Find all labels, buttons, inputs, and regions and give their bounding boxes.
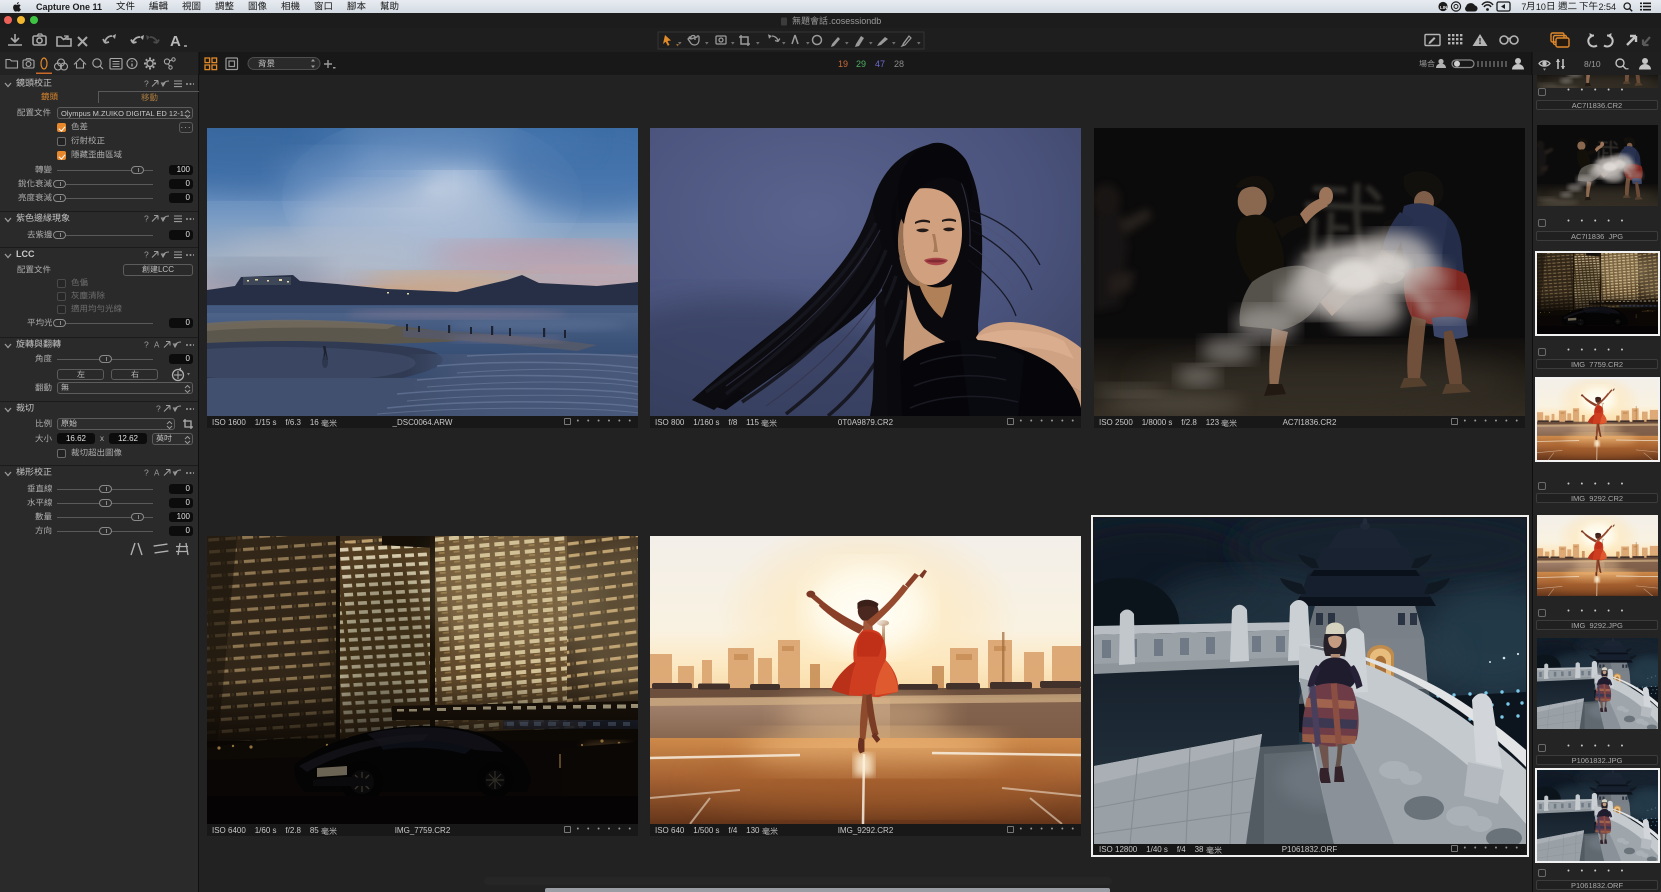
- svg-text:LINE: LINE: [1440, 5, 1450, 10]
- svg-text:28: 28: [894, 59, 904, 69]
- svg-text:A: A: [170, 33, 181, 50]
- svg-text:8/10: 8/10: [1584, 59, 1601, 69]
- svg-text:?: ?: [144, 468, 149, 478]
- svg-text:?: ?: [144, 79, 149, 89]
- svg-text:A: A: [154, 469, 160, 478]
- svg-text:?: ?: [144, 250, 149, 260]
- svg-text:47: 47: [875, 59, 885, 69]
- svg-text:?: ?: [156, 404, 161, 414]
- svg-text:29: 29: [856, 59, 866, 69]
- svg-text:19: 19: [838, 59, 848, 69]
- svg-text:A: A: [154, 341, 160, 350]
- svg-text:?: ?: [144, 340, 149, 350]
- svg-text:?: ?: [144, 214, 149, 224]
